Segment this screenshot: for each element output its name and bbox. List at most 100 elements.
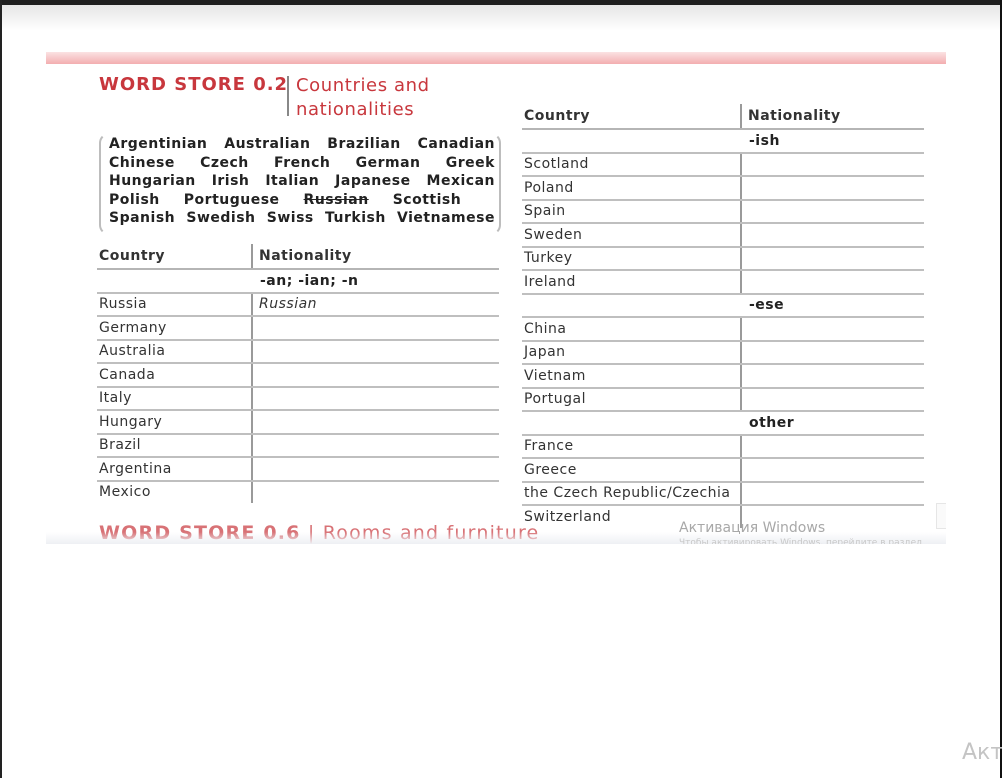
group-label: -ese xyxy=(741,293,924,318)
country-cell: Scotland xyxy=(522,152,741,177)
right-nationality-table: Country Nationality -ish Scotland Poland Sp… xyxy=(522,104,924,528)
word-bank-word: Czech xyxy=(200,154,249,171)
nationality-cell[interactable] xyxy=(740,481,924,506)
nationality-cell[interactable] xyxy=(740,458,924,483)
header-country: Country xyxy=(522,104,741,130)
country-cell: Russia xyxy=(97,292,252,317)
header-country: Country xyxy=(97,244,252,270)
nationality-cell[interactable] xyxy=(251,316,499,341)
nationality-cell[interactable] xyxy=(251,386,499,411)
window-left-edge xyxy=(0,0,2,778)
nationality-cell[interactable] xyxy=(740,364,924,389)
table-row: Russia Russian xyxy=(97,292,499,317)
country-cell: Poland xyxy=(522,176,741,201)
nationality-cell[interactable] xyxy=(740,270,924,295)
word-bank-word: Irish xyxy=(211,173,250,190)
table-row: Australia xyxy=(97,339,499,364)
nationality-cell[interactable] xyxy=(740,387,924,412)
table-row: the Czech Republic/Czechia xyxy=(522,481,924,506)
country-cell: Greece xyxy=(522,458,741,483)
nationality-cell[interactable] xyxy=(740,152,924,177)
word-bank-word: Spanish xyxy=(109,210,176,227)
table-row: Scotland xyxy=(522,152,924,177)
word-bank-word: Mexican xyxy=(426,173,495,190)
table-row: Argentina xyxy=(97,457,499,482)
nationality-cell[interactable] xyxy=(251,480,499,503)
table-header-row: Country Nationality xyxy=(522,104,924,130)
word-store-subtitle: Countries and nationalities xyxy=(296,75,430,120)
country-cell: Brazil xyxy=(97,433,252,458)
country-cell: Italy xyxy=(97,386,252,411)
scroll-handle[interactable] xyxy=(936,503,946,529)
country-cell: Spain xyxy=(522,199,741,224)
nationality-cell[interactable] xyxy=(740,176,924,201)
table-row: Vietnam xyxy=(522,364,924,389)
country-cell: Hungary xyxy=(97,410,252,435)
word-bank-word: Scottish xyxy=(392,191,462,208)
textbook-page: WORD STORE 0.2 Countries and nationaliti… xyxy=(46,48,946,544)
left-nationality-table: Country Nationality -an; -ian; -n Russia… xyxy=(97,244,499,503)
word-bank-row: Polish Portuguese Russian Scottish xyxy=(109,191,495,210)
title-divider xyxy=(287,76,289,116)
word-bank-word: Hungarian xyxy=(109,173,196,190)
nationality-cell[interactable]: Russian xyxy=(251,292,499,317)
word-bank-box: Argentinian Australian Brazilian Canadian Ch… xyxy=(99,133,501,235)
country-cell: Portugal xyxy=(522,387,741,412)
country-cell: Germany xyxy=(97,316,252,341)
word-bank-word: Argentinian xyxy=(109,136,208,152)
word-bank-word: Vietnamese xyxy=(397,210,495,227)
table-row: Japan xyxy=(522,340,924,365)
header-nationality: Nationality xyxy=(251,244,499,270)
windows-activation-watermark: Активация Windows xyxy=(679,520,826,536)
country-cell: Ireland xyxy=(522,270,741,295)
nationality-cell[interactable] xyxy=(740,199,924,224)
table-row: Turkey xyxy=(522,246,924,271)
corner-watermark: Акт xyxy=(962,740,1002,765)
group-row: -ish xyxy=(522,129,924,154)
word-store-title: WORD STORE 0.2 xyxy=(99,74,289,95)
group-row: -an; -ian; -n xyxy=(97,269,499,294)
country-cell: Argentina xyxy=(97,457,252,482)
word-bank-row: Spanish Swedish Swiss Turkish Vietnamese xyxy=(109,209,495,228)
table-header-row: Country Nationality xyxy=(97,244,499,270)
nationality-cell[interactable] xyxy=(740,434,924,459)
table-row: China xyxy=(522,317,924,342)
nationality-cell[interactable] xyxy=(251,433,499,458)
nationality-cell[interactable] xyxy=(251,339,499,364)
group-label: other xyxy=(741,411,924,436)
country-cell: Turkey xyxy=(522,246,741,271)
nationality-cell[interactable] xyxy=(740,223,924,248)
word-bank-word: Polish xyxy=(109,191,160,208)
group-row: -ese xyxy=(522,293,924,318)
word-bank: Argentinian Australian Brazilian Canadian Ch… xyxy=(109,135,495,228)
word-bank-word: Turkish xyxy=(325,210,386,227)
table-row: Greece xyxy=(522,458,924,483)
word-bank-word: Greek xyxy=(445,154,495,171)
group-label: -an; -ian; -n xyxy=(252,269,499,294)
word-bank-word: French xyxy=(274,154,331,171)
country-cell: Canada xyxy=(97,363,252,388)
table-row: Sweden xyxy=(522,223,924,248)
nationality-cell[interactable] xyxy=(251,457,499,482)
table-row: Mexico xyxy=(97,480,499,503)
country-cell: France xyxy=(522,434,741,459)
word-bank-row: Chinese Czech French German Greek xyxy=(109,154,495,173)
nationality-cell[interactable] xyxy=(251,363,499,388)
group-label: -ish xyxy=(741,129,924,154)
nationality-cell[interactable] xyxy=(740,246,924,271)
nationality-cell[interactable] xyxy=(740,340,924,365)
word-bank-row: Argentinian Australian Brazilian Canadian xyxy=(109,135,495,154)
word-bank-word: Italian xyxy=(265,173,320,190)
top-shade xyxy=(0,5,1002,31)
country-cell: Australia xyxy=(97,339,252,364)
word-bank-word: Swiss xyxy=(266,210,314,227)
country-cell: China xyxy=(522,317,741,342)
table-row: Brazil xyxy=(97,433,499,458)
table-row: Poland xyxy=(522,176,924,201)
nationality-cell[interactable] xyxy=(251,410,499,435)
nationality-cell[interactable] xyxy=(740,317,924,342)
country-cell: the Czech Republic/Czechia xyxy=(522,481,741,506)
country-cell: Vietnam xyxy=(522,364,741,389)
section-red-bar xyxy=(46,52,946,64)
group-row: other xyxy=(522,411,924,436)
